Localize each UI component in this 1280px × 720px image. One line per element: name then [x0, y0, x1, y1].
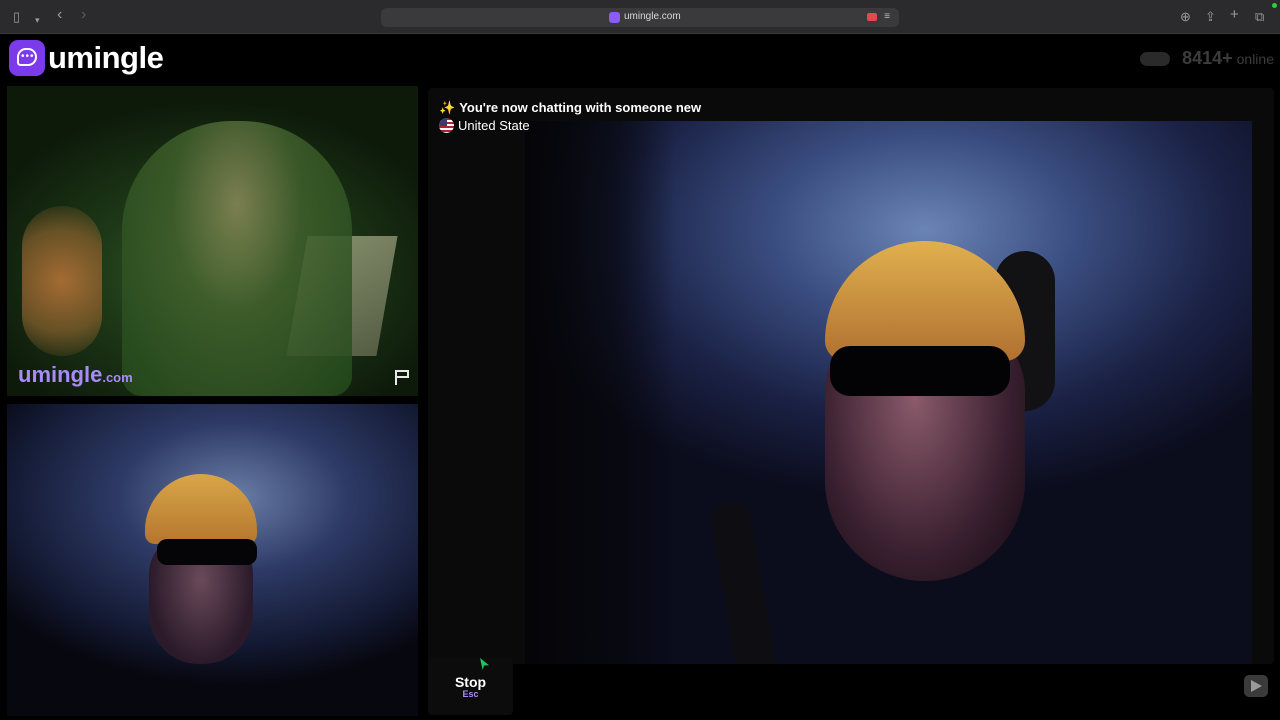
camera-recording-icon[interactable]: [867, 13, 877, 21]
stranger-figure: [122, 121, 352, 396]
site-favicon-icon: [609, 12, 620, 23]
address-bar[interactable]: umingle.com ≡: [381, 8, 899, 27]
report-flag-icon[interactable]: [393, 369, 411, 385]
self-video: [7, 404, 418, 716]
us-flag-icon: [439, 118, 454, 133]
recording-indicator: [1272, 3, 1277, 8]
large-video: [525, 121, 1252, 664]
reader-icon[interactable]: ≡: [884, 11, 890, 22]
online-counter: 8414+ online: [1140, 48, 1274, 69]
send-button[interactable]: [1244, 675, 1268, 697]
theme-toggle[interactable]: [1140, 51, 1171, 66]
logo-text[interactable]: umingle: [48, 40, 164, 76]
download-icon[interactable]: ⊕: [1180, 9, 1191, 25]
chevron-down-icon[interactable]: ▾: [35, 12, 40, 28]
message-input[interactable]: [519, 668, 1274, 704]
back-icon[interactable]: ‹: [57, 7, 62, 23]
new-tab-icon[interactable]: +: [1230, 7, 1239, 23]
url-text: umingle.com: [624, 11, 681, 22]
share-icon[interactable]: ⇪: [1205, 9, 1216, 25]
logo-icon[interactable]: •••: [9, 40, 45, 76]
tabs-overview-icon[interactable]: ⧉: [1255, 9, 1264, 25]
stop-button[interactable]: Stop Esc: [428, 657, 513, 715]
online-label: online: [1236, 51, 1274, 67]
send-icon: [1251, 680, 1262, 692]
stranger-video: umingle.com: [7, 86, 418, 396]
online-count: 8414+: [1182, 48, 1233, 68]
chat-country: United State: [439, 118, 530, 133]
chat-notice: ✨ You're now chatting with someone new: [439, 100, 701, 116]
sidebar-icon[interactable]: ▯: [13, 9, 20, 25]
stop-label: Stop: [454, 674, 487, 690]
forward-icon[interactable]: ›: [81, 7, 86, 23]
chat-notice-text: You're now chatting with someone new: [459, 100, 702, 115]
country-text: United State: [458, 118, 530, 133]
stop-shortcut: Esc: [462, 689, 479, 699]
video-watermark: umingle.com: [18, 362, 133, 387]
sparkles-icon: ✨: [439, 100, 456, 115]
browser-toolbar: ▯ ▾ ‹ › umingle.com ≡ ⊕ ⇪ + ⧉: [0, 0, 1280, 34]
